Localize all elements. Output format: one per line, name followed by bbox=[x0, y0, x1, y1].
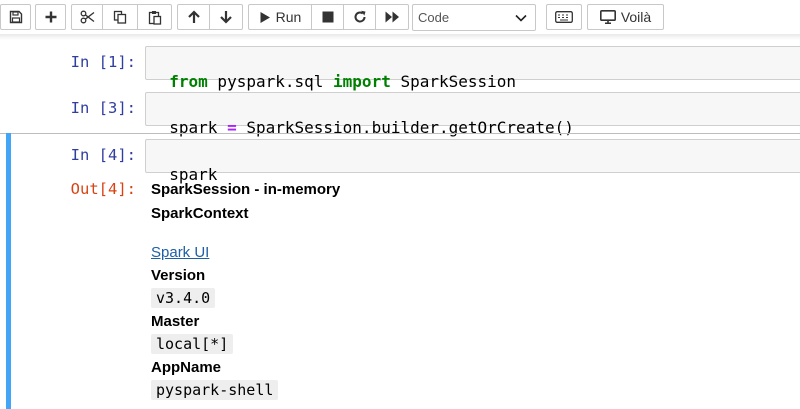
appname-label: AppName bbox=[151, 359, 222, 376]
appname-value: pyspark-shell bbox=[151, 380, 279, 400]
copy-button[interactable] bbox=[103, 4, 138, 30]
command-palette-button[interactable] bbox=[546, 4, 582, 30]
move-up-button[interactable] bbox=[177, 4, 210, 30]
restart-icon bbox=[354, 10, 366, 23]
paste-icon bbox=[148, 10, 161, 25]
version-value: v3.4.0 bbox=[151, 288, 216, 308]
save-icon bbox=[9, 10, 22, 24]
run-button[interactable]: Run bbox=[248, 4, 312, 30]
context-title: SparkContext bbox=[151, 205, 249, 222]
output-prompt: Out[4]: bbox=[70, 180, 136, 198]
code-token: from bbox=[169, 72, 208, 91]
run-icon bbox=[260, 11, 270, 23]
cell-selection-bar bbox=[6, 133, 11, 409]
code-token: pyspark.sql bbox=[207, 72, 334, 91]
arrow-up-icon bbox=[187, 10, 200, 23]
cell-3-prompt: In [4]: bbox=[70, 146, 136, 164]
cut-button[interactable] bbox=[71, 4, 103, 30]
move-down-button[interactable] bbox=[210, 4, 243, 30]
session-title: SparkSession - in-memory bbox=[151, 181, 341, 198]
voila-button[interactable]: Voilà bbox=[587, 4, 664, 30]
paste-button[interactable] bbox=[138, 4, 172, 30]
interrupt-button[interactable] bbox=[312, 4, 344, 30]
cell-1-code-editor[interactable]: from pyspark.sql import SparkSession bbox=[145, 46, 800, 91]
fast-forward-icon bbox=[385, 11, 399, 23]
restart-button[interactable] bbox=[344, 4, 376, 30]
code-token: SparkSession bbox=[390, 72, 517, 91]
keyboard-icon bbox=[555, 11, 573, 23]
master-label: Master bbox=[151, 313, 200, 330]
plus-icon bbox=[45, 11, 56, 23]
master-value: local[*] bbox=[151, 334, 234, 354]
cell-type-value: Code bbox=[418, 10, 450, 25]
run-label: Run bbox=[275, 9, 302, 25]
cell-2-prompt: In [3]: bbox=[70, 99, 136, 117]
monitor-icon bbox=[599, 10, 616, 24]
version-label: Version bbox=[151, 267, 206, 284]
code-token: import bbox=[333, 72, 391, 91]
arrow-down-icon bbox=[220, 11, 232, 24]
cell-2-code-editor[interactable]: spark = SparkSession.builder.getOrCreate… bbox=[145, 92, 800, 137]
cut-icon bbox=[80, 10, 94, 24]
cell-1-prompt: In [1]: bbox=[70, 53, 136, 71]
copy-icon bbox=[113, 10, 127, 24]
toolbar-shadow bbox=[0, 34, 800, 40]
selected-cell[interactable] bbox=[0, 133, 800, 409]
restart-run-all-button[interactable] bbox=[376, 4, 409, 30]
chevron-down-icon bbox=[515, 14, 527, 22]
insert-cell-button[interactable] bbox=[35, 4, 66, 30]
save-button[interactable] bbox=[0, 4, 31, 30]
cell-type-select[interactable]: Code bbox=[412, 4, 536, 31]
voila-label: Voilà bbox=[620, 9, 652, 25]
notebook-toolbar: Run Code Voilà bbox=[0, 0, 800, 36]
spark-ui-link[interactable]: Spark UI bbox=[151, 244, 209, 261]
cell-3-code-editor[interactable]: spark bbox=[145, 139, 800, 184]
stop-icon bbox=[322, 11, 333, 23]
